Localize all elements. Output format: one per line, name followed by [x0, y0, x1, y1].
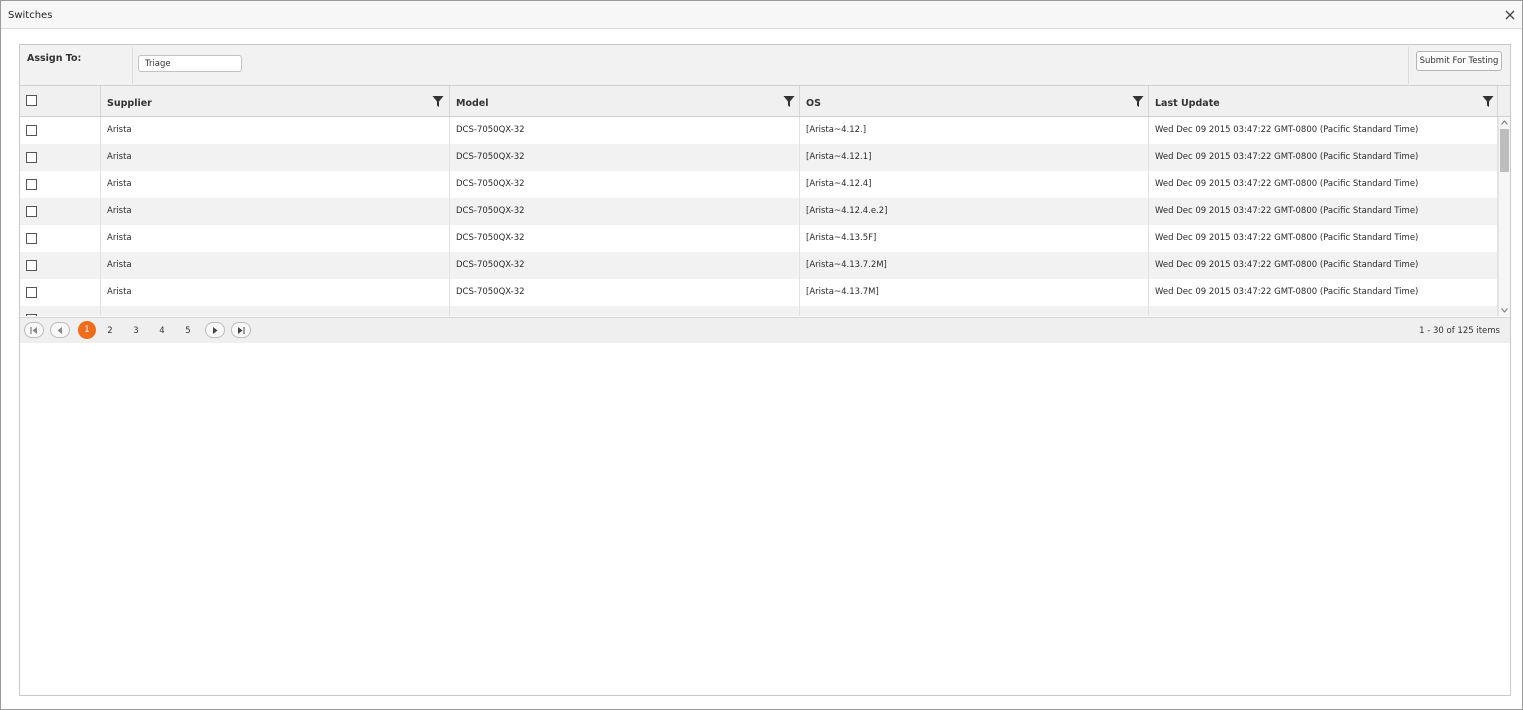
row-checkbox[interactable]: [26, 179, 37, 190]
last-update-cell: Wed Dec 09 2015 03:47:22 GMT-0800 (Pacif…: [1149, 144, 1498, 171]
select-all-header: [20, 86, 101, 116]
assign-to-label: Assign To:: [27, 53, 82, 64]
supplier-cell: Arista: [101, 198, 450, 225]
page-button-current[interactable]: 1: [78, 321, 96, 339]
table-row-partial[interactable]: [20, 306, 1498, 316]
close-icon[interactable]: [1503, 8, 1517, 22]
column-header-os[interactable]: OS: [800, 86, 1149, 116]
submit-for-testing-button[interactable]: Submit For Testing: [1416, 51, 1502, 71]
scroll-thumb[interactable]: [1500, 129, 1509, 172]
window-title: Switches: [8, 10, 53, 21]
last-update-cell: [1149, 306, 1498, 316]
grid-body: Arista DCS-7050QX-32 [Arista~4.12.] Wed …: [20, 117, 1498, 316]
pager: 1 2 3 4 5 1 - 30 of 125 items: [20, 317, 1510, 343]
table-row[interactable]: Arista DCS-7050QX-32 [Arista~4.13.7M] We…: [20, 279, 1498, 306]
model-cell: DCS-7050QX-32: [450, 279, 800, 306]
row-select-cell: [20, 279, 101, 306]
model-cell: DCS-7050QX-32: [450, 144, 800, 171]
last-page-icon[interactable]: [231, 322, 251, 338]
table-row[interactable]: Arista DCS-7050QX-32 [Arista~4.13.7.2M] …: [20, 252, 1498, 279]
title-bar: Switches: [1, 1, 1522, 29]
page-button[interactable]: 4: [153, 322, 171, 340]
os-cell: [Arista~4.13.7.2M]: [800, 252, 1149, 279]
model-cell: DCS-7050QX-32: [450, 252, 800, 279]
supplier-cell: [101, 306, 450, 316]
vertical-scrollbar[interactable]: [1498, 117, 1510, 316]
row-checkbox[interactable]: [26, 314, 37, 316]
model-cell: DCS-7050QX-32: [450, 198, 800, 225]
os-cell: [800, 306, 1149, 316]
scroll-up-icon[interactable]: [1499, 117, 1510, 128]
last-update-cell: Wed Dec 09 2015 03:47:22 GMT-0800 (Pacif…: [1149, 171, 1498, 198]
pager-info: 1 - 30 of 125 items: [1419, 326, 1500, 336]
supplier-cell: Arista: [101, 279, 450, 306]
table-row[interactable]: Arista DCS-7050QX-32 [Arista~4.12.4.e.2]…: [20, 198, 1498, 225]
toolbar-divider: [132, 47, 133, 84]
row-select-cell: [20, 198, 101, 225]
os-cell: [Arista~4.13.7M]: [800, 279, 1149, 306]
column-label: OS: [806, 98, 821, 109]
model-cell: DCS-7050QX-32: [450, 117, 800, 144]
supplier-cell: Arista: [101, 117, 450, 144]
column-header-model[interactable]: Model: [450, 86, 800, 116]
switches-dialog: Switches Assign To: Submit For Testing S…: [0, 0, 1523, 710]
filter-icon[interactable]: [1482, 95, 1494, 108]
supplier-cell: Arista: [101, 225, 450, 252]
toolbar-divider: [1408, 47, 1409, 84]
row-checkbox[interactable]: [26, 206, 37, 217]
last-update-cell: Wed Dec 09 2015 03:47:22 GMT-0800 (Pacif…: [1149, 252, 1498, 279]
prev-page-icon[interactable]: [50, 322, 70, 338]
grid-header: Supplier Model OS Last Update: [20, 86, 1510, 117]
os-cell: [Arista~4.13.5F]: [800, 225, 1149, 252]
row-select-cell: [20, 144, 101, 171]
model-cell: [450, 306, 800, 316]
table-row[interactable]: Arista DCS-7050QX-32 [Arista~4.12.] Wed …: [20, 117, 1498, 144]
last-update-cell: Wed Dec 09 2015 03:47:22 GMT-0800 (Pacif…: [1149, 225, 1498, 252]
row-checkbox[interactable]: [26, 287, 37, 298]
filter-icon[interactable]: [783, 95, 795, 108]
row-select-cell: [20, 225, 101, 252]
os-cell: [Arista~4.12.]: [800, 117, 1149, 144]
supplier-cell: Arista: [101, 252, 450, 279]
select-all-checkbox[interactable]: [26, 95, 37, 106]
os-cell: [Arista~4.12.4.e.2]: [800, 198, 1149, 225]
assign-to-input[interactable]: [138, 55, 242, 72]
column-label: Supplier: [107, 98, 152, 109]
scroll-down-icon[interactable]: [1499, 305, 1510, 316]
os-cell: [Arista~4.12.4]: [800, 171, 1149, 198]
switches-panel: Assign To: Submit For Testing Supplier M…: [19, 44, 1511, 696]
column-header-last-update[interactable]: Last Update: [1149, 86, 1498, 116]
model-cell: DCS-7050QX-32: [450, 225, 800, 252]
page-button[interactable]: 5: [179, 322, 197, 340]
last-update-cell: Wed Dec 09 2015 03:47:22 GMT-0800 (Pacif…: [1149, 117, 1498, 144]
column-header-supplier[interactable]: Supplier: [101, 86, 450, 116]
page-button[interactable]: 2: [101, 322, 119, 340]
last-update-cell: Wed Dec 09 2015 03:47:22 GMT-0800 (Pacif…: [1149, 279, 1498, 306]
filter-icon[interactable]: [432, 95, 444, 108]
page-button[interactable]: 3: [127, 322, 145, 340]
table-row[interactable]: Arista DCS-7050QX-32 [Arista~4.12.1] Wed…: [20, 144, 1498, 171]
supplier-cell: Arista: [101, 144, 450, 171]
column-label: Model: [456, 98, 489, 109]
os-cell: [Arista~4.12.1]: [800, 144, 1149, 171]
row-select-cell: [20, 117, 101, 144]
row-checkbox[interactable]: [26, 125, 37, 136]
row-checkbox[interactable]: [26, 152, 37, 163]
column-label: Last Update: [1155, 98, 1220, 109]
row-checkbox[interactable]: [26, 260, 37, 271]
next-page-icon[interactable]: [205, 322, 225, 338]
model-cell: DCS-7050QX-32: [450, 171, 800, 198]
row-select-cell: [20, 171, 101, 198]
table-row[interactable]: Arista DCS-7050QX-32 [Arista~4.13.5F] We…: [20, 225, 1498, 252]
toolbar: Assign To: Submit For Testing: [20, 45, 1510, 86]
row-select-cell: [20, 306, 101, 316]
first-page-icon[interactable]: [24, 322, 44, 338]
table-row[interactable]: Arista DCS-7050QX-32 [Arista~4.12.4] Wed…: [20, 171, 1498, 198]
row-checkbox[interactable]: [26, 233, 37, 244]
row-select-cell: [20, 252, 101, 279]
filter-icon[interactable]: [1132, 95, 1144, 108]
last-update-cell: Wed Dec 09 2015 03:47:22 GMT-0800 (Pacif…: [1149, 198, 1498, 225]
supplier-cell: Arista: [101, 171, 450, 198]
